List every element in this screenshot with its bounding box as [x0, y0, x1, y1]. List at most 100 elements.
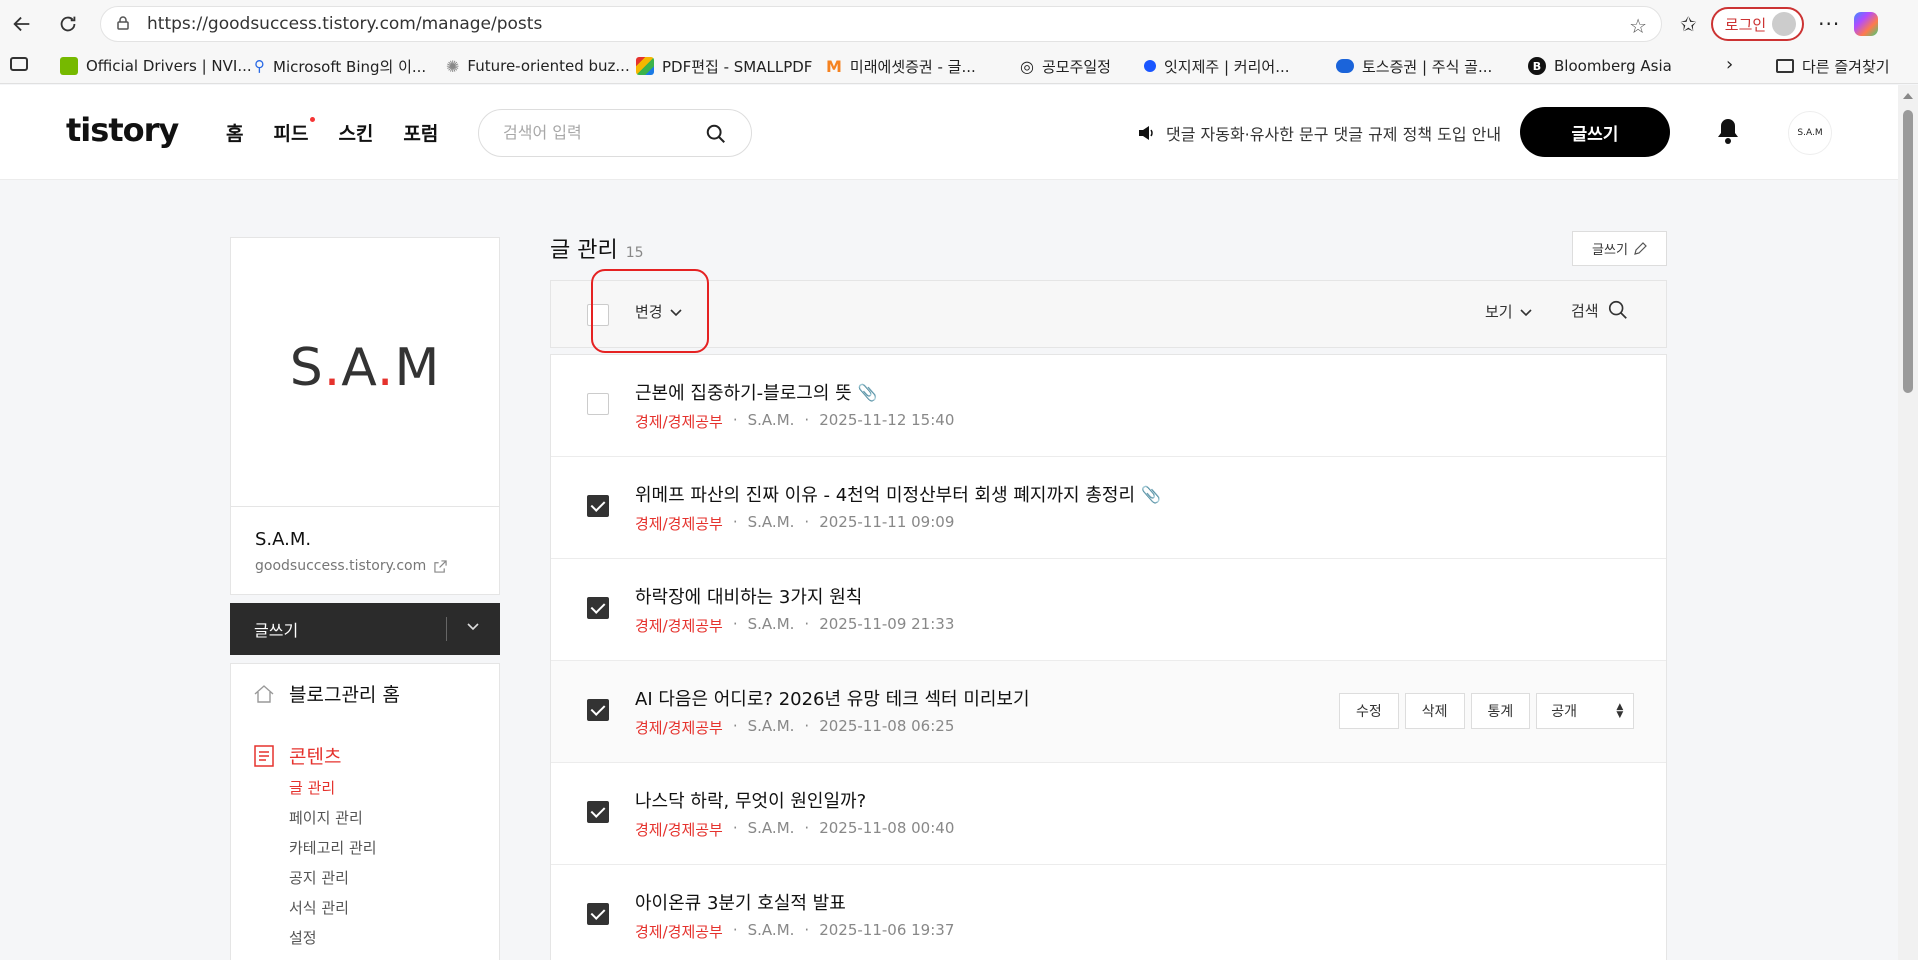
bell-icon[interactable]	[1716, 117, 1740, 145]
list-search-button[interactable]: 검색	[1571, 299, 1629, 321]
new-dot-icon	[310, 117, 316, 122]
folder-icon	[1776, 59, 1794, 73]
notice-banner[interactable]: 댓글 자동화·유사한 문구 댓글 규제 정책 도입 안내	[1136, 121, 1501, 145]
profile-card: S.A.M S.A.M. goodsuccess.tistory.com	[230, 237, 500, 595]
post-checkbox[interactable]	[587, 903, 609, 925]
bookmark-4[interactable]: PDF편집 - SMALLPDF	[636, 48, 812, 84]
post-meta: 경제/경제공부 · S.A.M. · 2025-11-09 21:33	[635, 615, 955, 635]
refresh-icon[interactable]	[48, 4, 88, 44]
bookmark-6[interactable]: ◎ 공모주일정	[1020, 48, 1111, 84]
sidebar-sub-settings[interactable]: 설정	[289, 927, 317, 948]
search-input[interactable]	[503, 123, 703, 142]
post-title[interactable]: 하락장에 대비하는 3가지 원칙	[635, 583, 862, 609]
search-box	[478, 109, 752, 157]
post-title[interactable]: 위메프 파산의 진짜 이유 - 4천억 미정산부터 회생 폐지까지 총정리 📎	[635, 481, 1161, 507]
post-checkbox[interactable]	[587, 393, 609, 415]
post-title[interactable]: 나스닥 하락, 무엇이 원인일까?	[635, 787, 866, 813]
bookmark-8[interactable]: 토스증권 | 주식 골...	[1336, 48, 1492, 84]
search-icon[interactable]	[705, 123, 727, 145]
post-checkbox[interactable]	[587, 699, 609, 721]
megaphone-icon	[1139, 126, 1153, 140]
external-link-icon	[434, 559, 447, 573]
sidebar-item-contents[interactable]: 콘텐츠	[253, 742, 341, 769]
list-item[interactable]: 하락장에 대비하는 3가지 원칙 경제/경제공부 · S.A.M. · 2025-11-…	[551, 559, 1666, 661]
chevron-down-icon	[1520, 308, 1532, 316]
post-title[interactable]: 아이온큐 3분기 호실적 발표	[635, 889, 846, 915]
login-label: 로그인	[1724, 15, 1767, 34]
sidebar-item-blog-home[interactable]: 블로그관리 홈	[253, 680, 400, 707]
browser-right-controls: ✩ 로그인 ···	[1680, 4, 1879, 44]
mirae-icon: M	[826, 56, 842, 76]
other-bookmarks[interactable]: 다른 즐겨찾기	[1776, 48, 1890, 84]
profile-login-button[interactable]: 로그인	[1710, 7, 1805, 41]
copilot-icon[interactable]	[1854, 12, 1879, 36]
back-icon[interactable]	[2, 4, 42, 44]
url-text: https://goodsuccess.tistory.com/manage/p…	[147, 14, 543, 34]
bookmark-3[interactable]: ✺ Future-oriented buz...	[446, 48, 630, 84]
avatar[interactable]: S.A.M	[1788, 111, 1832, 155]
blog-url-link[interactable]: goodsuccess.tistory.com	[255, 558, 475, 574]
list-item[interactable]: 아이온큐 3분기 호실적 발표 경제/경제공부 · S.A.M. · 2025-11-0…	[551, 865, 1666, 960]
list-item[interactable]: 나스닥 하락, 무엇이 원인일까? 경제/경제공부 · S.A.M. · 2025-11…	[551, 763, 1666, 865]
post-checkbox[interactable]	[587, 495, 609, 517]
bookmark-5[interactable]: M 미래에셋증권 - 글...	[826, 48, 976, 84]
sidebar-sub-categories[interactable]: 카테고리 관리	[289, 837, 377, 858]
edit-button[interactable]: 수정	[1339, 693, 1399, 729]
chevron-right-icon[interactable]: ›	[1726, 54, 1733, 75]
post-checkbox[interactable]	[587, 801, 609, 823]
bookmarks-bar: Official Drivers | NVI... ⚲ Microsoft Bin…	[0, 48, 1918, 84]
nav-feed[interactable]: 피드	[273, 117, 316, 146]
sidebar-sub-posts[interactable]: 글 관리	[289, 777, 335, 798]
pencil-icon	[1634, 241, 1647, 255]
bookmark-9[interactable]: B Bloomberg Asia	[1528, 48, 1672, 84]
page-title: 글 관리 15	[550, 238, 644, 263]
scroll-up-icon[interactable]	[1903, 93, 1913, 99]
post-meta: 경제/경제공부 · S.A.M. · 2025-11-08 00:40	[635, 819, 955, 839]
view-dropdown-button[interactable]: 보기	[1485, 301, 1533, 322]
bookmark-2[interactable]: ⚲ Microsoft Bing의 이...	[254, 48, 426, 84]
tistory-logo[interactable]: tistory	[66, 111, 179, 149]
favorites-icon[interactable]: ✩	[1680, 12, 1697, 36]
document-icon	[254, 744, 274, 767]
bookmark-7[interactable]: 잇지제주 | 커리어...	[1144, 48, 1290, 84]
sidebar-menu: 블로그관리 홈 콘텐츠 글 관리 페이지 관리 카테고리 관리 공지 관리 서식…	[230, 663, 500, 960]
more-icon[interactable]: ···	[1818, 12, 1840, 36]
main-nav: 홈 피드 스킨 포럼	[226, 117, 438, 146]
list-toolbar: 변경 보기 검색	[550, 269, 1667, 353]
nav-forum[interactable]: 포럼	[403, 119, 438, 146]
list-item[interactable]: AI 다음은 어디로? 2026년 유망 테크 섹터 미리보기 경제/경제공부 ·…	[551, 661, 1666, 763]
scroll-thumb[interactable]	[1903, 110, 1913, 393]
stats-button[interactable]: 통계	[1470, 693, 1531, 729]
page-scrollbar[interactable]	[1898, 85, 1918, 960]
divider	[446, 617, 447, 641]
chat-icon	[1144, 60, 1156, 72]
lock-icon	[115, 15, 133, 33]
write-post-button[interactable]: 글쓰기	[1572, 231, 1667, 266]
bing-search-icon: ⚲	[254, 57, 265, 75]
visibility-select[interactable]: 공개 ▲ ▼	[1536, 693, 1635, 729]
profile-info: S.A.M. goodsuccess.tistory.com	[231, 506, 499, 596]
nav-home[interactable]: 홈	[226, 119, 243, 146]
post-title[interactable]: 근본에 집중하기-블로그의 뜻 📎	[635, 379, 878, 405]
sidebar-sub-notices[interactable]: 공지 관리	[289, 867, 349, 888]
write-button[interactable]: 글쓰기	[1520, 107, 1670, 157]
favorite-star-icon[interactable]: ☆	[1629, 14, 1647, 38]
delete-button[interactable]: 삭제	[1404, 693, 1465, 729]
sidebar-sub-templates[interactable]: 서식 관리	[289, 897, 349, 918]
sidebar-write-button[interactable]: 글쓰기	[230, 603, 500, 655]
post-title[interactable]: AI 다음은 어디로? 2026년 유망 테크 섹터 미리보기	[635, 685, 1030, 711]
sidebar-sub-pages[interactable]: 페이지 관리	[289, 807, 363, 828]
tab-icon[interactable]	[10, 57, 28, 71]
site-header: tistory 홈 피드 스킨 포럼 댓글 자동화·유사한 문구 댓글 규제 정…	[0, 85, 1898, 180]
post-checkbox[interactable]	[587, 597, 609, 619]
post-list: 근본에 집중하기-블로그의 뜻 📎 경제/경제공부 · S.A.M. · 2025-11-…	[550, 354, 1667, 960]
list-item[interactable]: 위메프 파산의 진짜 이유 - 4천억 미정산부터 회생 폐지까지 총정리 📎 경…	[551, 457, 1666, 559]
nav-skin[interactable]: 스킨	[338, 119, 373, 146]
toss-icon	[1336, 59, 1354, 73]
smallpdf-icon	[636, 57, 654, 75]
annotation-highlight	[591, 269, 709, 353]
address-bar[interactable]: https://goodsuccess.tistory.com/manage/p…	[100, 6, 1662, 42]
list-item[interactable]: 근본에 집중하기-블로그의 뜻 📎 경제/경제공부 · S.A.M. · 2025-11-…	[551, 355, 1666, 457]
chevron-down-icon[interactable]	[466, 619, 480, 637]
bookmark-1[interactable]: Official Drivers | NVI...	[60, 48, 252, 84]
